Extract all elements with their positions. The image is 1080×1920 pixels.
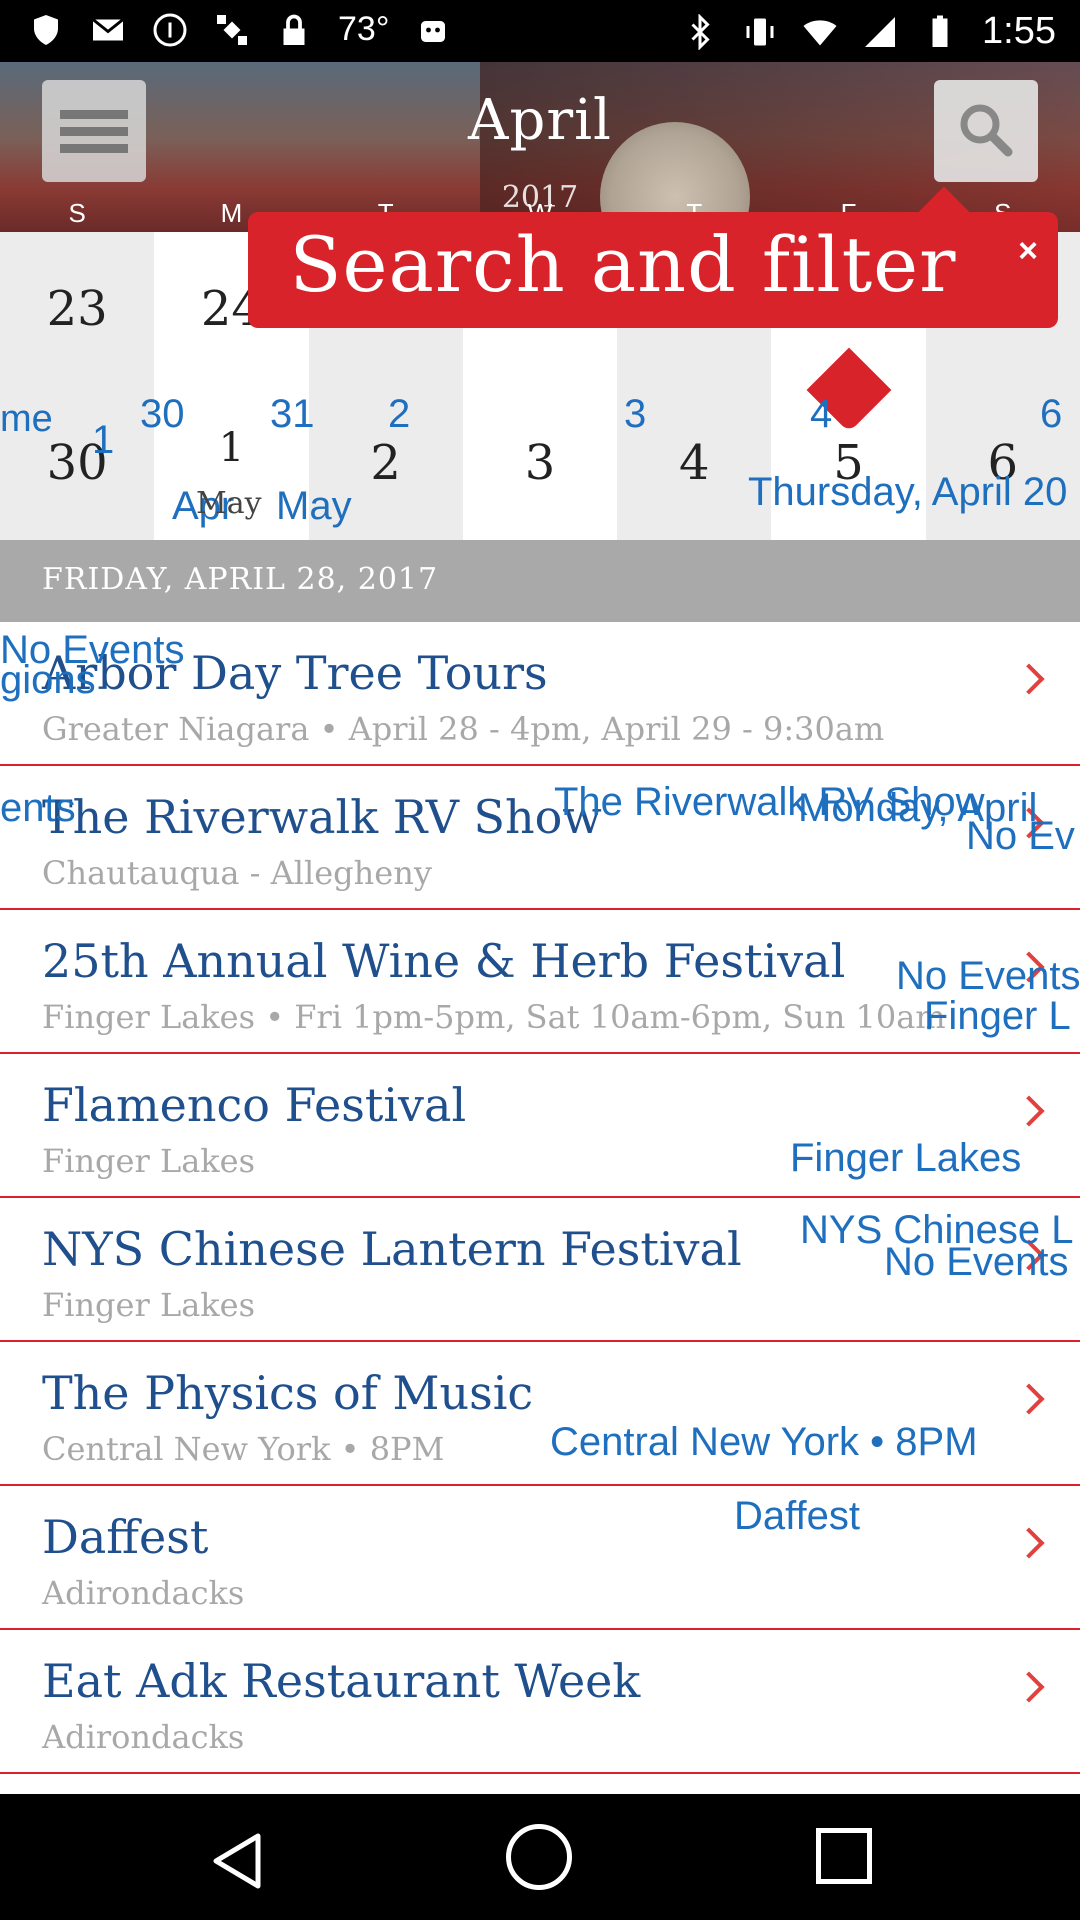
shield-icon [34,14,58,45]
status-bar: 73° 1:55 [0,0,1080,62]
overlay-label: No Ev [966,814,1075,858]
event-subtitle: Central New York • 8PM [42,1430,445,1468]
signal-icon [865,16,896,47]
day-number: 3 [524,435,556,491]
event-title: Eat Adk Restaurant Week [42,1654,641,1708]
clock: 1:55 [982,10,1056,52]
overlay-label: Central New York • 8PM [550,1420,978,1464]
selected-date-label: FRIDAY, APRIL 28, 2017 [42,562,439,597]
day-number: 2 [370,435,401,491]
event-title: Daffest [42,1510,209,1564]
event-title: The Riverwalk RV Show [42,790,602,844]
day-number: 23 [46,281,108,337]
day-number: 1 [218,425,245,471]
overlay-label: 30 [140,392,185,436]
overlay-label: 2 [388,392,411,436]
overlay-label: gions [0,658,96,702]
overlay-label: 3 [624,392,647,436]
event-subtitle: Finger Lakes [42,1286,256,1324]
calendar-day[interactable]: 23 [0,232,155,386]
list-item[interactable]: Daffest Adirondacks [0,1486,1080,1630]
event-subtitle: Greater Niagara • April 28 - 4pm, April … [42,710,885,748]
overlay-label: No Events [896,954,1080,998]
chevron-right-icon [1013,1527,1045,1559]
calendar-day[interactable]: 3 [462,386,618,540]
overlay-label: 1 [92,418,115,462]
home-icon[interactable] [506,1824,572,1890]
close-icon[interactable]: × [1018,232,1038,271]
event-subtitle: Adirondacks [42,1574,245,1612]
event-title: Flamenco Festival [42,1078,467,1132]
event-subtitle: Finger Lakes • Fri 1pm-5pm, Sat 10am-6pm… [42,998,946,1036]
event-subtitle: Finger Lakes [42,1142,256,1180]
bluetooth-icon [691,13,710,50]
back-icon[interactable] [206,1830,268,1892]
search-button[interactable] [934,80,1038,182]
search-icon [960,104,1013,157]
wifi-icon [803,19,837,45]
chevron-right-icon [1013,1095,1045,1127]
overlay-label: 4 [810,392,833,436]
lock-icon [283,14,305,45]
selected-date-header: FRIDAY, APRIL 28, 2017 [0,540,1080,622]
calendar-header: April 2017 S M T W T F S [0,62,1080,232]
recent-apps-icon[interactable] [816,1828,872,1884]
overlay-label: ents [0,786,76,830]
robot-icon [421,20,446,42]
search-filter-tooltip[interactable]: Search and filter × [248,186,1058,328]
chevron-right-icon [1013,1671,1045,1703]
month-title: April [468,88,612,153]
battery-icon [932,15,948,47]
overlay-label: 6 [1040,392,1063,436]
tooltip-label: Search and filter [289,220,957,309]
event-title: 25th Annual Wine & Herb Festival [42,934,846,988]
list-item[interactable]: Eat Adk Restaurant Week Adirondacks [0,1630,1080,1774]
overlay-label: Finger Lakes [790,1136,1022,1180]
info-icon [153,13,187,46]
overlay-label: May [276,484,352,528]
overlay-label: Daffest [734,1494,860,1538]
overlay-label: 31 [270,392,315,436]
overlay-label: May [196,486,262,521]
overlay-label: me [0,398,53,440]
event-title: NYS Chinese Lantern Festival [42,1222,742,1276]
event-title: The Physics of Music [42,1366,534,1420]
system-nav-bar [0,1794,1080,1920]
chevron-right-icon [1013,1383,1045,1415]
event-subtitle: Adirondacks [42,1718,245,1756]
overlay-label: No Events [884,1240,1069,1284]
mail-icon [92,17,124,40]
overlay-label: Finger L [924,994,1071,1038]
event-subtitle: Chautauqua - Allegheny [42,854,432,892]
temperature: 73° [338,10,390,48]
day-number: 4 [678,435,710,491]
overlay-label: Thursday, April 20 [748,470,1068,514]
satellite-icon [217,14,247,45]
chevron-right-icon [1013,663,1045,695]
vibrate-icon [746,18,774,45]
dow-sun: S [68,198,86,228]
